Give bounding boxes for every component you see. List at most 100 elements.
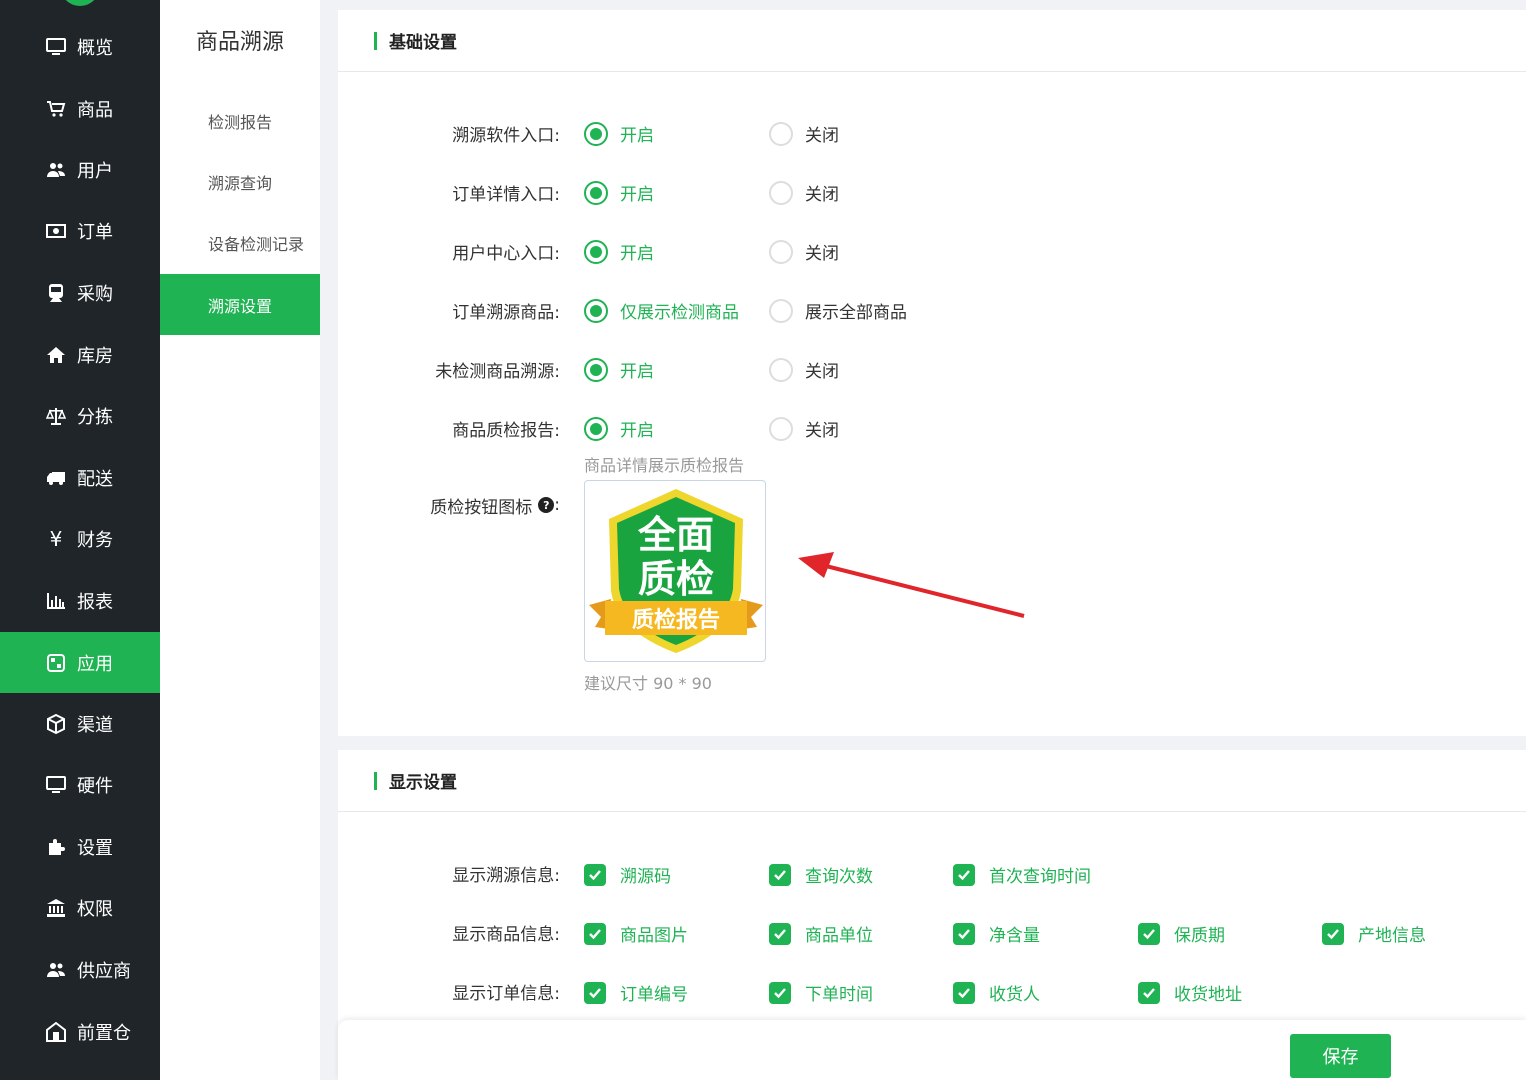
nav-item-purchase[interactable]: 采购 <box>0 262 160 323</box>
checkbox-order-number[interactable]: 订单编号 <box>584 980 688 1005</box>
nav-item-overview[interactable]: 概览 <box>0 16 160 77</box>
nav-item-reports[interactable]: 报表 <box>0 570 160 631</box>
radio-label: 展示全部商品 <box>805 303 907 323</box>
nav-item-hardware[interactable]: 硬件 <box>0 754 160 815</box>
card-header: 基础设置 <box>338 10 1526 72</box>
nav-item-label: 应用 <box>77 653 113 675</box>
nav-item-label: 用户 <box>77 160 113 182</box>
nav-item-channels[interactable]: 渠道 <box>0 693 160 754</box>
radio-on[interactable]: 开启 <box>584 239 654 264</box>
subnav-item-inspection-report[interactable]: 检测报告 <box>160 90 320 151</box>
checkbox-label: 订单编号 <box>620 985 688 1005</box>
radio-label: 开启 <box>620 421 654 441</box>
radio-off[interactable]: 关闭 <box>769 416 839 441</box>
checkbox-trace-code[interactable]: 溯源码 <box>584 862 671 887</box>
setting-label: 质检按钮图标 <box>430 497 533 518</box>
subnav-item-trace-query[interactable]: 溯源查询 <box>160 151 320 212</box>
display-row: 显示溯源信息: <box>338 858 560 888</box>
section-title: 基础设置 <box>389 33 457 53</box>
nav-item-users[interactable]: 用户 <box>0 139 160 200</box>
checkbox-first-query-time[interactable]: 首次查询时间 <box>953 862 1091 887</box>
radio-dot <box>769 416 793 441</box>
radio-off[interactable]: 关闭 <box>769 121 839 146</box>
radio-off[interactable]: 关闭 <box>769 180 839 205</box>
nav-item-suppliers[interactable]: 供应商 <box>0 939 160 1000</box>
radio-label: 关闭 <box>805 244 839 264</box>
quality-badge-icon: 全面 质检 质检报告 <box>589 489 763 653</box>
nav-item-settings[interactable]: 设置 <box>0 816 160 877</box>
bar-chart-icon <box>45 590 67 612</box>
nav-item-permissions[interactable]: 权限 <box>0 877 160 938</box>
nav-item-warehouse[interactable]: 库房 <box>0 324 160 385</box>
checkbox-label: 首次查询时间 <box>989 867 1091 887</box>
train-icon <box>45 282 67 304</box>
checkbox-shelf-life[interactable]: 保质期 <box>1138 921 1225 946</box>
nav-item-label: 权限 <box>77 898 113 920</box>
radio-on[interactable]: 开启 <box>584 416 654 441</box>
checkbox-goods-unit[interactable]: 商品单位 <box>769 921 873 946</box>
nav-item-label: 硬件 <box>77 775 113 797</box>
nav-item-finance[interactable]: ¥ 财务 <box>0 508 160 569</box>
radio-on[interactable]: 开启 <box>584 357 654 382</box>
checkbox-goods-image[interactable]: 商品图片 <box>584 921 688 946</box>
icon-setting-label: 质检按钮图标 ? : <box>338 493 560 518</box>
radio-on[interactable]: 开启 <box>584 180 654 205</box>
bank-icon <box>45 897 67 919</box>
annotation-arrow <box>798 552 1025 618</box>
balance-icon <box>45 405 67 427</box>
checkbox-receiver[interactable]: 收货人 <box>953 980 1040 1005</box>
truck-icon <box>45 467 67 489</box>
nav-item-orders[interactable]: 订单 <box>0 200 160 261</box>
checkbox-origin-info[interactable]: 产地信息 <box>1322 921 1426 946</box>
display-row: 显示订单信息: <box>338 976 560 1006</box>
save-button[interactable]: 保存 <box>1290 1034 1391 1078</box>
setting-row: 商品质检报告: <box>338 413 560 443</box>
checkbox-label: 保质期 <box>1174 926 1225 946</box>
help-icon[interactable]: ? <box>538 497 555 513</box>
card-header: 显示设置 <box>338 750 1526 812</box>
checkbox-order-time[interactable]: 下单时间 <box>769 980 873 1005</box>
subnav-item-trace-settings[interactable]: 溯源设置 <box>160 274 320 335</box>
nav-item-label: 前置仓 <box>77 1022 131 1044</box>
setting-label: 用户中心入口: <box>452 243 560 264</box>
checkbox-receiver-address[interactable]: 收货地址 <box>1138 980 1242 1005</box>
nav-item-label: 渠道 <box>77 714 113 736</box>
nav-item-apps[interactable]: 应用 <box>0 632 160 693</box>
nav-item-label: 财务 <box>77 529 113 551</box>
badge-ribbon-text: 质检报告 <box>632 607 720 633</box>
footer-bar: 保存 <box>338 1020 1526 1080</box>
nav-item-sorting[interactable]: 分拣 <box>0 385 160 446</box>
home-icon <box>45 344 67 366</box>
radio-off[interactable]: 关闭 <box>769 357 839 382</box>
radio-on[interactable]: 仅展示检测商品 <box>584 298 739 323</box>
subnav-item-device-records[interactable]: 设备检测记录 <box>160 212 320 273</box>
nav-item-front-warehouse[interactable]: 前置仓 <box>0 1001 160 1062</box>
nav-item-label: 商品 <box>77 99 113 121</box>
icon-upload-box[interactable]: 全面 质检 质检报告 <box>584 480 766 662</box>
app-icon <box>45 652 67 674</box>
nav-item-label: 供应商 <box>77 960 131 982</box>
title-bar <box>374 771 377 790</box>
radio-off[interactable]: 展示全部商品 <box>769 298 907 323</box>
setting-row: 未检测商品溯源: <box>338 354 560 384</box>
sub-sidebar: 商品溯源 检测报告 溯源查询 设备检测记录 溯源设置 <box>160 0 320 1080</box>
check-icon <box>584 922 606 945</box>
checkbox-net-content[interactable]: 净含量 <box>953 921 1040 946</box>
check-icon <box>953 863 975 886</box>
nav-item-delivery[interactable]: 配送 <box>0 447 160 508</box>
checkbox-query-count[interactable]: 查询次数 <box>769 862 873 887</box>
radio-dot <box>584 180 608 205</box>
radio-dot <box>769 180 793 205</box>
radio-label: 关闭 <box>805 126 839 146</box>
nav-item-goods[interactable]: 商品 <box>0 78 160 139</box>
display-label: 显示商品信息: <box>452 924 560 945</box>
radio-off[interactable]: 关闭 <box>769 239 839 264</box>
display-label: 显示订单信息: <box>452 983 560 1004</box>
setting-label: 商品质检报告: <box>452 420 560 441</box>
radio-on[interactable]: 开启 <box>584 121 654 146</box>
nav-item-label: 报表 <box>77 591 113 613</box>
monitor-icon <box>45 774 67 796</box>
setting-label: 订单溯源商品: <box>452 302 560 323</box>
check-icon <box>584 863 606 886</box>
setting-row: 订单溯源商品: <box>338 295 560 325</box>
